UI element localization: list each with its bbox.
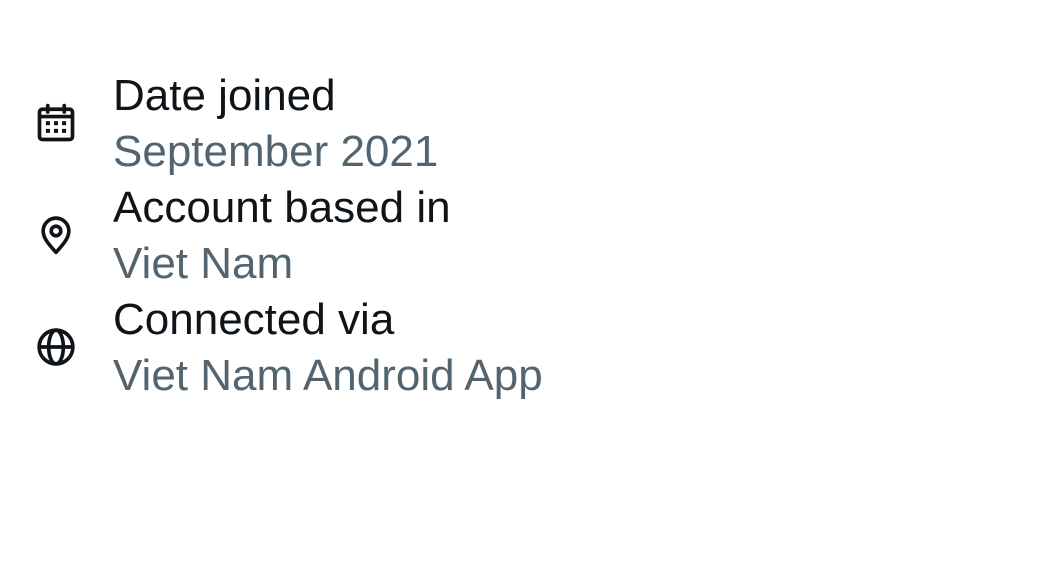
calendar-icon xyxy=(34,101,78,145)
account-based-in-text: Account based in Viet Nam xyxy=(113,180,451,292)
account-info-list: Date joined September 2021 Account based… xyxy=(0,68,1048,404)
globe-icon xyxy=(34,325,78,369)
account-based-in-label: Account based in xyxy=(113,183,451,232)
connected-via-row: Connected via Viet Nam Android App xyxy=(0,292,1048,404)
connected-via-text: Connected via Viet Nam Android App xyxy=(113,292,543,404)
account-based-in-value: Viet Nam xyxy=(113,239,294,288)
connected-via-value: Viet Nam Android App xyxy=(113,351,543,400)
date-joined-row: Date joined September 2021 xyxy=(0,68,1048,180)
location-pin-icon xyxy=(34,213,78,257)
connected-via-label: Connected via xyxy=(113,295,395,344)
date-joined-value: September 2021 xyxy=(113,127,439,176)
date-joined-label: Date joined xyxy=(113,71,336,120)
date-joined-text: Date joined September 2021 xyxy=(113,68,438,180)
account-based-in-row: Account based in Viet Nam xyxy=(0,180,1048,292)
